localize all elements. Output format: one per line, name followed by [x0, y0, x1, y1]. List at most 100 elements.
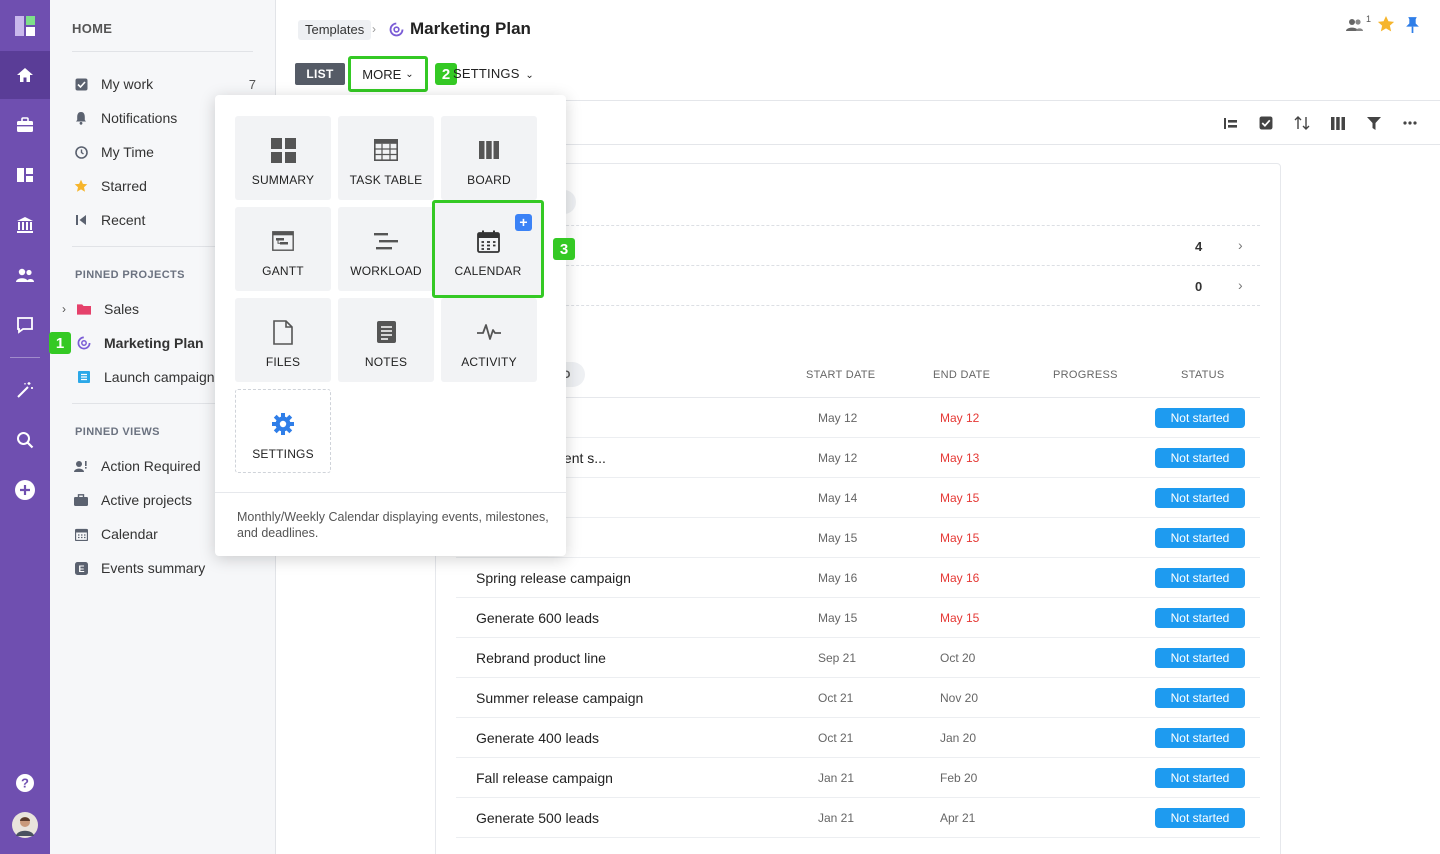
- status-badge[interactable]: Not started: [1155, 728, 1245, 748]
- search-icon[interactable]: [0, 416, 50, 464]
- add-icon[interactable]: [0, 466, 50, 514]
- task-end-date[interactable]: May 15: [940, 531, 979, 545]
- status-badge[interactable]: Not started: [1155, 568, 1245, 588]
- task-start-date[interactable]: Oct 21: [818, 731, 853, 745]
- hierarchy-icon[interactable]: [1221, 114, 1239, 132]
- task-start-date[interactable]: Jan 21: [818, 771, 854, 785]
- pin-icon[interactable]: [1405, 14, 1420, 34]
- tab-list[interactable]: LIST: [295, 63, 345, 85]
- status-badge[interactable]: Not started: [1155, 448, 1245, 468]
- menu-tile-files[interactable]: FILES: [235, 298, 331, 382]
- more-options-icon[interactable]: [1401, 114, 1419, 132]
- status-badge[interactable]: Not started: [1155, 608, 1245, 628]
- help-icon[interactable]: ?: [0, 759, 50, 807]
- table-row[interactable]: campaignMay 14May 15Not started: [456, 478, 1260, 518]
- task-start-date[interactable]: Oct 21: [818, 691, 853, 705]
- filter-icon[interactable]: [1365, 114, 1383, 132]
- task-end-date[interactable]: Feb 20: [940, 771, 977, 785]
- task-name[interactable]: Spring release campaign: [476, 570, 631, 586]
- tab-more[interactable]: MORE ⌄: [348, 56, 428, 92]
- my-work-count: 7: [248, 76, 256, 92]
- dashboard-icon[interactable]: [0, 151, 50, 199]
- status-badge[interactable]: Not started: [1155, 808, 1245, 828]
- status-badge[interactable]: Not started: [1155, 688, 1245, 708]
- task-end-date[interactable]: May 15: [940, 491, 979, 505]
- breadcrumb-chevron-icon: ›: [372, 22, 376, 36]
- table-row[interactable]: Fall release campaign Jan 21 Feb 20 Not sta…: [456, 758, 1260, 798]
- task-name[interactable]: Generate 600 leads: [476, 610, 599, 626]
- sidebar-home-label[interactable]: HOME: [72, 21, 112, 36]
- magic-wand-icon[interactable]: [0, 366, 50, 414]
- task-name[interactable]: Rebrand product line: [476, 650, 606, 666]
- menu-tile-task-table[interactable]: TASK TABLE: [338, 116, 434, 200]
- star-icon[interactable]: [1377, 14, 1395, 34]
- avatar[interactable]: [0, 801, 50, 849]
- task-end-date[interactable]: May 13: [940, 451, 979, 465]
- column-header-start-date[interactable]: START DATE: [806, 369, 875, 381]
- chat-icon[interactable]: [0, 301, 50, 349]
- task-start-date[interactable]: Sep 21: [818, 651, 856, 665]
- task-start-date[interactable]: Jan 21: [818, 811, 854, 825]
- columns-icon[interactable]: [1329, 114, 1347, 132]
- task-name[interactable]: Generate 400 leads: [476, 730, 599, 746]
- task-end-date[interactable]: May 15: [940, 611, 979, 625]
- breadcrumb[interactable]: Templates: [298, 20, 372, 40]
- column-header-progress[interactable]: PROGRESS: [1053, 369, 1118, 381]
- task-name[interactable]: Fall release campaign: [476, 770, 613, 786]
- sidebar-item-events-summary[interactable]: E Events summary: [74, 558, 264, 578]
- team-icon[interactable]: [0, 251, 50, 299]
- menu-tile-calendar[interactable]: + CALENDAR: [432, 200, 544, 298]
- task-end-date[interactable]: Oct 20: [940, 651, 975, 665]
- chevron-right-icon[interactable]: ›: [1238, 237, 1243, 253]
- members-icon[interactable]: 1: [1346, 14, 1371, 34]
- task-name[interactable]: Generate 500 leads: [476, 810, 599, 826]
- sidebar-item-my-work[interactable]: My work 7: [74, 74, 264, 94]
- column-header-end-date[interactable]: END DATE: [933, 369, 990, 381]
- menu-tile-gantt[interactable]: GANTT: [235, 207, 331, 291]
- rail-divider: [10, 357, 40, 358]
- menu-tile-settings[interactable]: SETTINGS: [235, 389, 331, 473]
- task-start-date[interactable]: May 15: [818, 531, 857, 545]
- task-name[interactable]: Summer release campaign: [476, 690, 643, 706]
- menu-tile-summary[interactable]: SUMMARY: [235, 116, 331, 200]
- task-end-date[interactable]: Nov 20: [940, 691, 978, 705]
- task-end-date[interactable]: Apr 21: [940, 811, 975, 825]
- checkbox-icon[interactable]: [1257, 114, 1275, 132]
- table-row[interactable]: LeadsMay 12May 12Not started: [456, 398, 1260, 438]
- status-badge[interactable]: Not started: [1155, 488, 1245, 508]
- table-row[interactable]: ject Management s...May 12May 13Not star…: [456, 438, 1260, 478]
- sort-icon[interactable]: [1293, 114, 1311, 132]
- table-row[interactable]: Generate 400 leads Oct 21 Jan 20 Not starte…: [456, 718, 1260, 758]
- table-row[interactable]: Generate 500 leads Jan 21 Apr 21 Not starte…: [456, 798, 1260, 838]
- task-end-date[interactable]: May 16: [940, 571, 979, 585]
- table-row[interactable]: Spring release campaign May 16 May 16 Not s…: [456, 558, 1260, 598]
- chevron-right-icon[interactable]: ›: [62, 302, 74, 316]
- table-row[interactable]: Summer release campaign Oct 21 Nov 20 Not s…: [456, 678, 1260, 718]
- task-start-date[interactable]: May 16: [818, 571, 857, 585]
- task-start-date[interactable]: May 15: [818, 611, 857, 625]
- status-badge[interactable]: Not started: [1155, 648, 1245, 668]
- chevron-right-icon[interactable]: ›: [1238, 277, 1243, 293]
- menu-tile-notes[interactable]: NOTES: [338, 298, 434, 382]
- app-logo-icon[interactable]: [0, 2, 50, 50]
- table-row[interactable]: Generate 600 leads May 15 May 15 Not starte…: [456, 598, 1260, 638]
- briefcase-icon[interactable]: [0, 101, 50, 149]
- table-row[interactable]: Rebrand product line Sep 21 Oct 20 Not star…: [456, 638, 1260, 678]
- add-view-icon[interactable]: +: [515, 214, 532, 231]
- table-row[interactable]: personasMay 15May 15Not started: [456, 518, 1260, 558]
- status-badge[interactable]: Not started: [1155, 528, 1245, 548]
- status-badge[interactable]: Not started: [1155, 408, 1245, 428]
- bank-icon[interactable]: [0, 201, 50, 249]
- task-start-date[interactable]: May 12: [818, 411, 857, 425]
- task-end-date[interactable]: Jan 20: [940, 731, 976, 745]
- menu-tile-board[interactable]: BOARD: [441, 116, 537, 200]
- tab-settings[interactable]: SETTINGS ⌄: [453, 66, 534, 81]
- menu-tile-activity[interactable]: ACTIVITY: [441, 298, 537, 382]
- task-end-date[interactable]: May 12: [940, 411, 979, 425]
- menu-tile-workload[interactable]: WORKLOAD: [338, 207, 434, 291]
- status-badge[interactable]: Not started: [1155, 768, 1245, 788]
- home-icon[interactable]: [0, 51, 50, 99]
- task-start-date[interactable]: May 12: [818, 451, 857, 465]
- column-header-status[interactable]: STATUS: [1181, 369, 1225, 381]
- task-start-date[interactable]: May 14: [818, 491, 857, 505]
